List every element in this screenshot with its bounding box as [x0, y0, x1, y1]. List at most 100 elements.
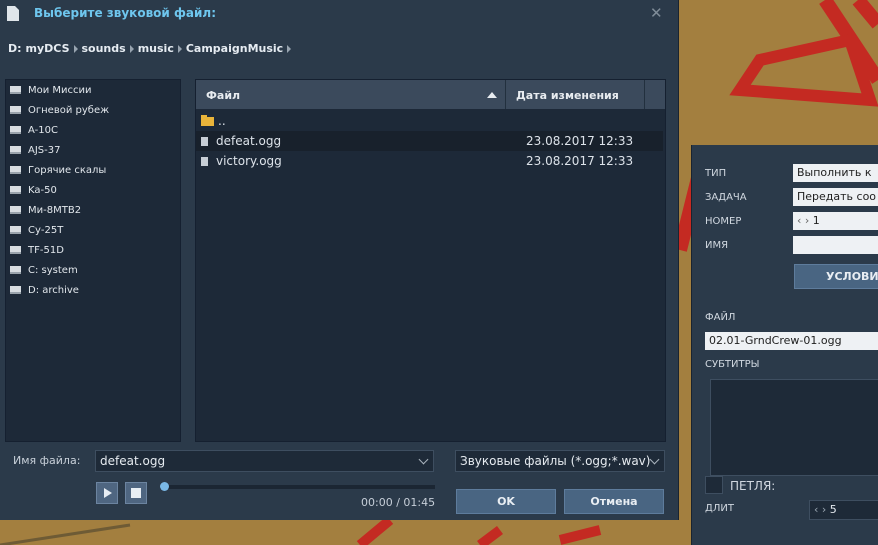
column-header-name[interactable]: Файл: [196, 80, 506, 109]
breadcrumb-item[interactable]: music: [138, 42, 174, 55]
loop-label: ПЕТЛЯ:: [730, 479, 776, 493]
sidebar-item-label: Ми-8МТВ2: [28, 204, 82, 216]
number-stepper[interactable]: ‹ › 1: [793, 212, 878, 230]
drive-icon: [10, 246, 21, 254]
sidebar-item[interactable]: Ka-50: [6, 180, 180, 200]
subtitles-label: СУБТИТРЫ: [705, 359, 760, 370]
sidebar-item-label: C: system: [28, 264, 78, 276]
column-header-label: Файл: [206, 89, 241, 102]
sidebar-item[interactable]: A-10C: [6, 120, 180, 140]
ok-button[interactable]: OK: [456, 489, 556, 514]
drive-icon: [10, 106, 21, 114]
duration-stepper[interactable]: ‹ › 5: [809, 500, 878, 520]
folder-icon: [201, 114, 214, 126]
drive-icon: [10, 186, 21, 194]
breadcrumb-item[interactable]: D:: [8, 42, 22, 55]
stop-button[interactable]: [125, 482, 147, 504]
sidebar-item-label: TF-51D: [28, 244, 64, 256]
breadcrumb-item[interactable]: sounds: [82, 42, 126, 55]
number-label: НОМЕР: [705, 216, 742, 227]
conditions-button[interactable]: УСЛОВИ: [794, 264, 878, 289]
sidebar-item[interactable]: C: system: [6, 260, 180, 280]
cancel-button[interactable]: Отмена: [564, 489, 664, 514]
name-label: ИМЯ: [705, 240, 729, 251]
chevron-down-icon: [649, 454, 660, 465]
filename-input[interactable]: defeat.ogg: [95, 450, 434, 472]
task-label: ЗАДАЧА: [705, 192, 747, 203]
sidebar-item[interactable]: D: archive: [6, 280, 180, 300]
sidebar-item[interactable]: Ми-8МТВ2: [6, 200, 180, 220]
number-value: 1: [812, 214, 820, 227]
stepper-arrows-icon: ‹ ›: [797, 214, 813, 227]
play-icon: [104, 488, 112, 498]
sidebar-item-label: A-10C: [28, 124, 58, 136]
file-list: Файл Дата изменения .. defeat.ogg 23.08.…: [195, 79, 666, 442]
breadcrumb-item[interactable]: myDCS: [26, 42, 70, 55]
duration-value: 5: [829, 503, 837, 516]
chevron-down-icon: [418, 454, 429, 465]
filename-value: defeat.ogg: [100, 454, 166, 468]
parent-folder-row[interactable]: ..: [196, 111, 663, 131]
file-icon: [201, 136, 208, 146]
places-sidebar: Мои Миссии Огневой рубеж A-10C AJS-37 Го…: [5, 79, 181, 442]
filename-label: Имя файла:: [13, 454, 81, 467]
close-icon[interactable]: ✕: [650, 4, 663, 22]
drive-icon: [10, 86, 21, 94]
sidebar-item-label: Мои Миссии: [28, 84, 92, 96]
file-name: defeat.ogg: [216, 134, 282, 148]
breadcrumb: D: myDCS sounds music CampaignMusic: [8, 42, 295, 55]
document-icon: [7, 6, 19, 21]
dialog-title: Выберите звуковой файл:: [34, 6, 216, 20]
file-dialog: Выберите звуковой файл: ✕ D: myDCS sound…: [0, 0, 679, 520]
drive-icon: [10, 126, 21, 134]
file-date: 23.08.2017 12:33: [526, 154, 634, 168]
file-date: 23.08.2017 12:33: [526, 134, 634, 148]
stepper-arrows-icon: ‹ ›: [814, 503, 830, 516]
breadcrumb-separator-icon: [73, 44, 78, 53]
drive-icon: [10, 286, 21, 294]
play-button[interactable]: [96, 482, 118, 504]
loop-checkbox[interactable]: [705, 476, 723, 494]
playback-slider[interactable]: [160, 482, 435, 491]
sort-ascending-icon: [487, 92, 497, 98]
file-row[interactable]: victory.ogg 23.08.2017 12:33: [196, 151, 663, 171]
sidebar-item[interactable]: AJS-37: [6, 140, 180, 160]
stop-icon: [131, 488, 141, 498]
breadcrumb-item[interactable]: CampaignMusic: [186, 42, 283, 55]
sidebar-item-label: Горячие скалы: [28, 164, 107, 176]
task-select[interactable]: Передать соо: [793, 188, 878, 206]
file-name: victory.ogg: [216, 154, 282, 168]
drive-icon: [10, 266, 21, 274]
sidebar-item-label: Су-25Т: [28, 224, 64, 236]
breadcrumb-separator-icon: [177, 44, 182, 53]
column-header-date[interactable]: Дата изменения: [506, 80, 645, 109]
file-label: ФАЙЛ: [705, 312, 736, 323]
sidebar-item[interactable]: Су-25Т: [6, 220, 180, 240]
sidebar-item[interactable]: TF-51D: [6, 240, 180, 260]
trigger-properties-panel: ТИП Выполнить к ЗАДАЧА Передать соо НОМЕ…: [691, 145, 878, 545]
drive-icon: [10, 206, 21, 214]
slider-knob[interactable]: [160, 482, 169, 491]
sidebar-item-label: D: archive: [28, 284, 79, 296]
sidebar-item-label: Ka-50: [28, 184, 57, 196]
type-select[interactable]: Выполнить к: [793, 164, 878, 182]
subtitles-textarea[interactable]: [710, 379, 878, 476]
file-icon: [201, 156, 208, 166]
file-field[interactable]: 02.01-GrndCrew-01.ogg: [705, 332, 878, 350]
sidebar-item[interactable]: Горячие скалы: [6, 160, 180, 180]
column-header-label: Дата изменения: [516, 89, 619, 102]
drive-icon: [10, 146, 21, 154]
sidebar-item[interactable]: Мои Миссии: [6, 80, 180, 100]
file-type-select[interactable]: Звуковые файлы (*.ogg;*.wav): [455, 450, 665, 472]
column-header-spacer: [645, 80, 665, 109]
drive-icon: [10, 166, 21, 174]
type-label: ТИП: [705, 168, 727, 179]
duration-label: ДЛИТ: [705, 503, 734, 514]
file-row[interactable]: defeat.ogg 23.08.2017 12:33: [196, 131, 663, 151]
name-input[interactable]: [793, 236, 878, 254]
breadcrumb-separator-icon: [287, 44, 292, 53]
file-name: ..: [218, 114, 226, 128]
sidebar-item-label: Огневой рубеж: [28, 104, 110, 116]
sidebar-item[interactable]: Огневой рубеж: [6, 100, 180, 120]
time-readout: 00:00 / 01:45: [361, 496, 436, 509]
